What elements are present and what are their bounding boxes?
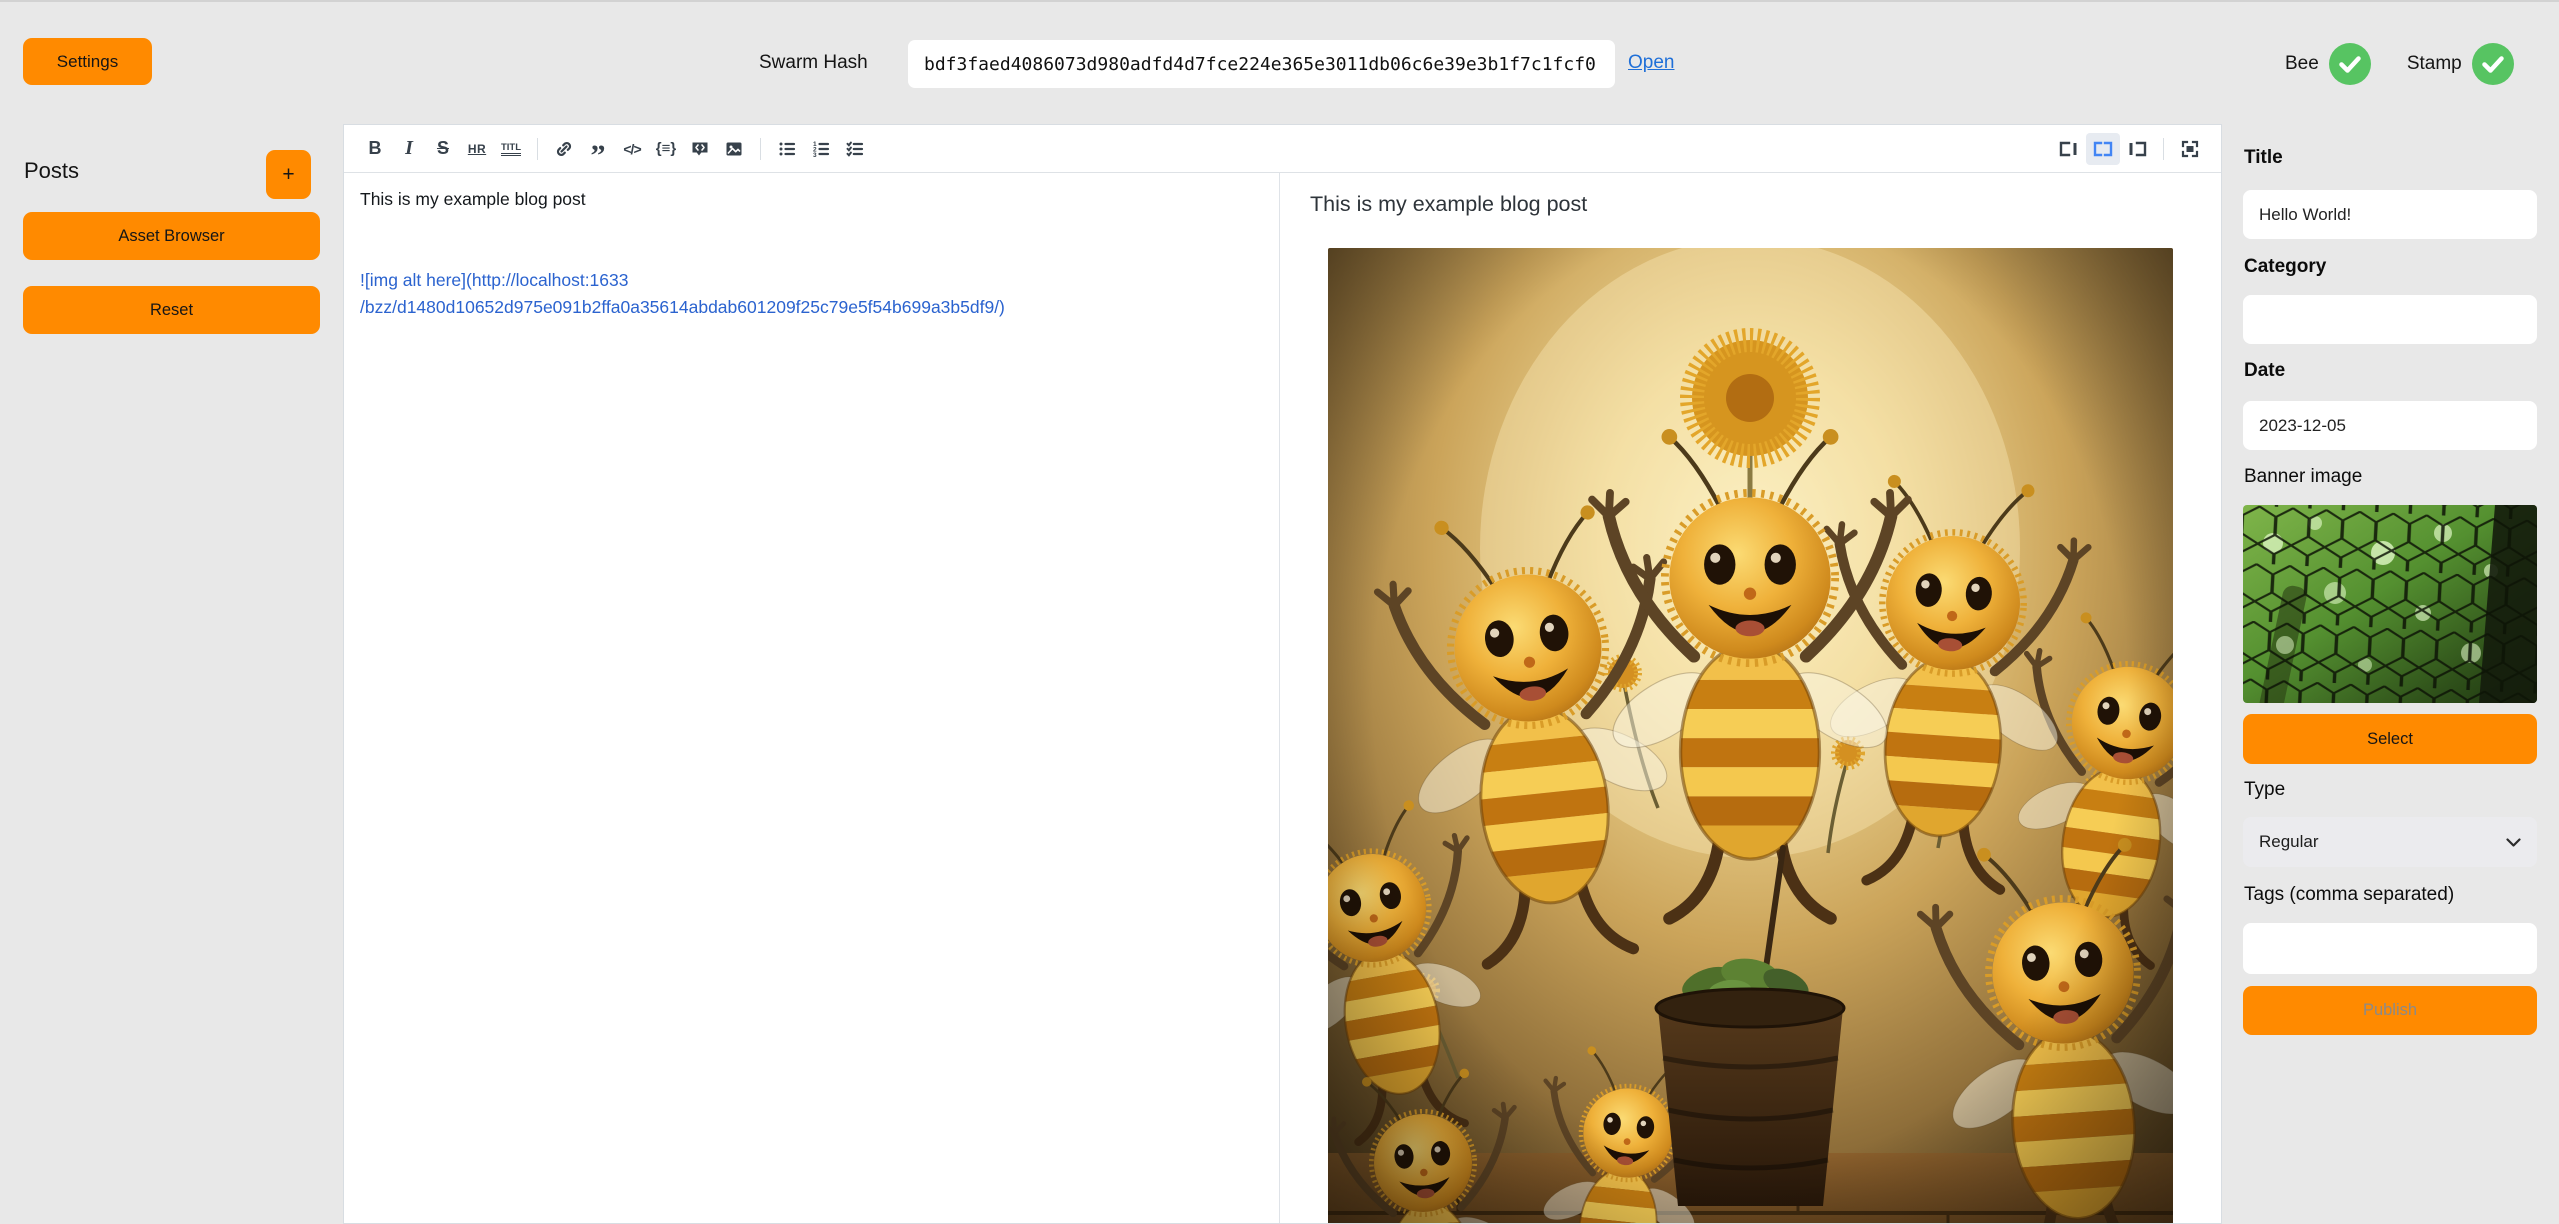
- code-block-icon[interactable]: {≡}: [649, 133, 683, 165]
- tags-label: Tags (comma separated): [2244, 884, 2454, 906]
- layout-editor-only-icon[interactable]: [2052, 133, 2086, 165]
- type-select[interactable]: Regular: [2243, 817, 2537, 867]
- ordered-list-icon[interactable]: 1 2 3: [804, 133, 838, 165]
- open-link[interactable]: Open: [1628, 52, 1674, 74]
- editor-split-view: This is my example blog post ![img alt h…: [344, 173, 2221, 1223]
- bee-status-label: Bee: [2285, 53, 2319, 75]
- settings-button[interactable]: Settings: [23, 38, 152, 85]
- date-label: Date: [2244, 360, 2285, 382]
- preview-pane: This is my example blog post: [1280, 173, 2221, 1223]
- post-image-dancing-bees: [1328, 248, 2173, 1223]
- heading-title-icon[interactable]: TITL: [494, 133, 528, 165]
- markdown-blank-line: [360, 240, 1263, 267]
- category-input[interactable]: [2243, 295, 2537, 344]
- window-top-edge: [0, 0, 2559, 2]
- swarm-hash-label: Swarm Hash: [759, 52, 868, 74]
- embed-icon[interactable]: [683, 133, 717, 165]
- stamp-status-label: Stamp: [2407, 53, 2462, 75]
- task-list-icon[interactable]: [838, 133, 872, 165]
- inline-code-icon[interactable]: </>: [615, 133, 649, 165]
- select-banner-button[interactable]: Select: [2243, 714, 2537, 764]
- markdown-image-link-line: /bzz/d1480d10652d975e091b2ffa0a35614abda…: [360, 294, 1263, 321]
- bee-check-icon: [2329, 43, 2371, 85]
- banner-image-label: Banner image: [2244, 466, 2362, 488]
- markdown-image-link-line: ![img alt here](http://localhost:1633: [360, 267, 1263, 294]
- toolbar-separator: [760, 138, 761, 160]
- strikethrough-icon[interactable]: S: [426, 133, 460, 165]
- horizontal-rule-icon[interactable]: HR: [460, 133, 494, 165]
- link-icon[interactable]: [547, 133, 581, 165]
- publish-button[interactable]: Publish: [2243, 986, 2537, 1035]
- bold-icon[interactable]: B: [358, 133, 392, 165]
- layout-split-icon[interactable]: [2086, 133, 2120, 165]
- layout-preview-only-icon[interactable]: [2120, 133, 2154, 165]
- svg-text:3: 3: [813, 152, 817, 159]
- swarm-hash-input[interactable]: [908, 40, 1615, 88]
- toolbar-separator: [537, 138, 538, 160]
- stamp-check-icon: [2472, 43, 2514, 85]
- editor-toolbar: B I S HR TITL ” </> {≡}: [344, 125, 2221, 173]
- banner-image-thumbnail: [2243, 505, 2537, 703]
- italic-icon[interactable]: I: [392, 133, 426, 165]
- app-root: Settings Swarm Hash Open Bee Stamp Posts…: [0, 0, 2559, 1224]
- markdown-editor-pane[interactable]: This is my example blog post ![img alt h…: [344, 173, 1280, 1223]
- bullet-list-icon[interactable]: [770, 133, 804, 165]
- type-select-value: Regular: [2259, 832, 2319, 852]
- category-label: Category: [2244, 256, 2326, 278]
- fullscreen-icon[interactable]: [2173, 133, 2207, 165]
- type-label: Type: [2244, 779, 2285, 801]
- preview-paragraph: This is my example blog post: [1310, 189, 2191, 219]
- title-input[interactable]: [2243, 190, 2537, 239]
- date-input[interactable]: [2243, 401, 2537, 450]
- image-icon[interactable]: [717, 133, 751, 165]
- tags-input[interactable]: [2243, 923, 2537, 974]
- quote-icon[interactable]: ”: [581, 133, 615, 165]
- connection-status-group: Bee Stamp: [2285, 43, 2514, 85]
- new-post-button[interactable]: +: [266, 150, 311, 199]
- posts-heading: Posts: [24, 158, 79, 184]
- asset-browser-button[interactable]: Asset Browser: [23, 212, 320, 260]
- chevron-down-icon: [2506, 838, 2521, 847]
- markdown-line: This is my example blog post: [360, 186, 1263, 213]
- reset-button[interactable]: Reset: [23, 286, 320, 334]
- toolbar-separator: [2163, 138, 2164, 160]
- title-label: Title: [2244, 147, 2283, 169]
- editor-panel: B I S HR TITL ” </> {≡}: [343, 124, 2222, 1224]
- markdown-blank-line: [360, 213, 1263, 240]
